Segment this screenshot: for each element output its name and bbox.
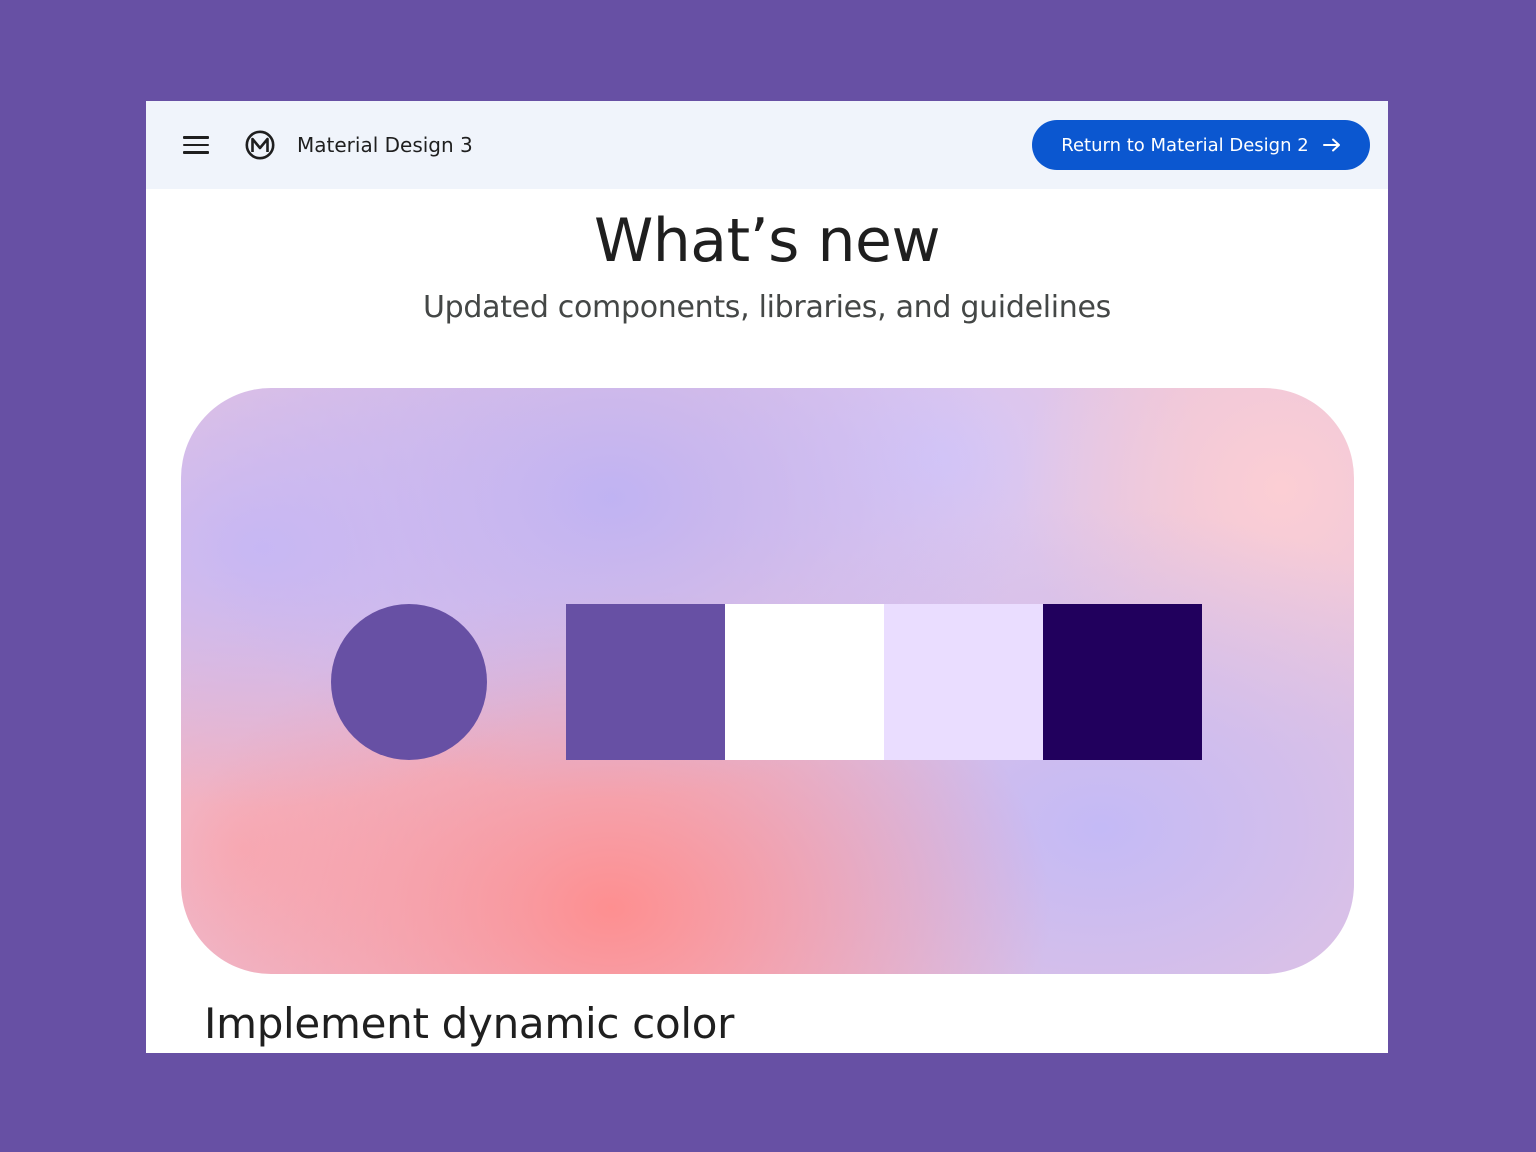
- page-subtitle: Updated components, libraries, and guide…: [422, 290, 1112, 325]
- hamburger-menu-icon: [183, 136, 209, 139]
- swatch-on-primary-container: [1043, 604, 1202, 760]
- return-button-label: Return to Material Design 2: [1061, 134, 1309, 156]
- primary-color-circle: [331, 604, 487, 760]
- color-swatch-strip: [566, 604, 1202, 760]
- swatch-primary-container: [884, 604, 1043, 760]
- browser-page: Material Design 3 Return to Material Des…: [146, 101, 1388, 1053]
- page-title: What’s new: [593, 206, 941, 276]
- return-to-md2-button[interactable]: Return to Material Design 2: [1032, 120, 1370, 170]
- section-heading[interactable]: Implement dynamic color: [204, 997, 734, 1051]
- brand-title[interactable]: Material Design 3: [297, 131, 473, 159]
- material-logo-icon[interactable]: [244, 129, 276, 161]
- hero-dynamic-color-illustration: [181, 388, 1354, 974]
- top-app-bar: Material Design 3 Return to Material Des…: [146, 101, 1388, 189]
- arrow-right-icon: [1322, 138, 1340, 152]
- menu-button[interactable]: [176, 127, 216, 163]
- swatch-primary: [566, 604, 725, 760]
- swatch-on-primary: [725, 604, 884, 760]
